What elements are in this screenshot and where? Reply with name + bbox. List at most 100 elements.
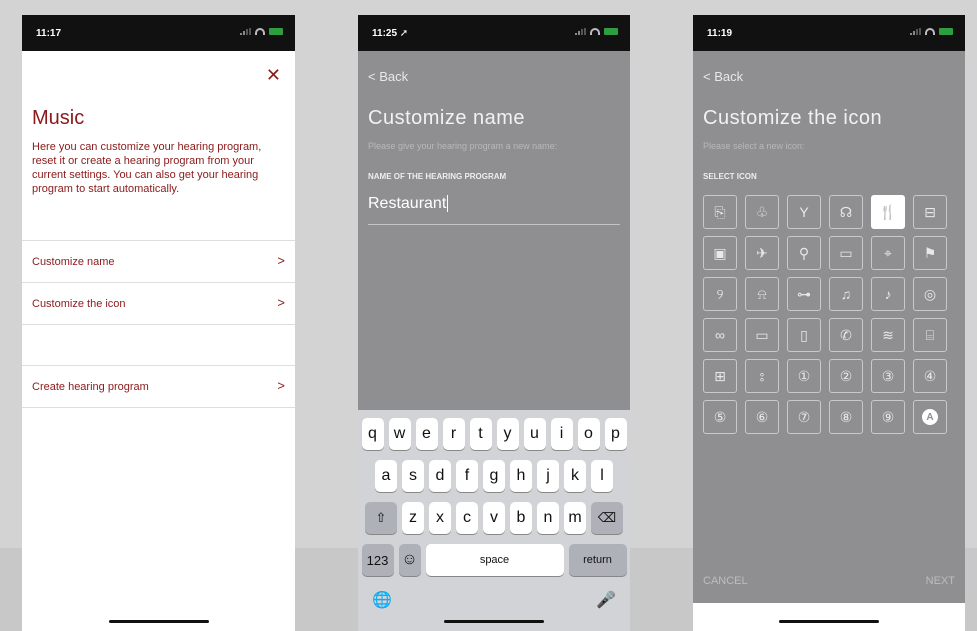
menu-item-label: Customize the icon: [32, 298, 126, 310]
back-button[interactable]: < Back: [368, 69, 408, 84]
fork-knife-icon[interactable]: 🍴: [871, 195, 905, 229]
speaker-icon[interactable]: ◎: [913, 277, 947, 311]
close-icon[interactable]: ✕: [266, 65, 281, 86]
key[interactable]: q: [361, 418, 384, 450]
page-subtitle: Please give your hearing program a new n…: [368, 141, 558, 151]
status-time: 11:19: [707, 28, 733, 39]
key[interactable]: l: [591, 460, 613, 492]
cancel-button[interactable]: CANCEL: [703, 575, 748, 587]
section-label: SELECT ICON: [703, 172, 757, 181]
key[interactable]: f: [456, 460, 478, 492]
key[interactable]: u: [523, 418, 546, 450]
bicycle-icon[interactable]: ⚲: [787, 236, 821, 270]
bus-icon[interactable]: ▣: [703, 236, 737, 270]
tree-icon[interactable]: ♧: [745, 195, 779, 229]
back-button[interactable]: < Back: [703, 69, 743, 84]
keyboard-row-1: q w e r t y u i o p: [358, 418, 630, 450]
number-4-icon[interactable]: ④: [913, 359, 947, 393]
runner-icon[interactable]: ⚑: [913, 236, 947, 270]
menu-item-customize-name[interactable]: Customize name >: [22, 240, 295, 282]
globe-icon[interactable]: 🌐: [372, 590, 392, 610]
monitor-icon[interactable]: ▭: [745, 318, 779, 352]
key[interactable]: t: [469, 418, 492, 450]
key[interactable]: p: [604, 418, 627, 450]
guitar-icon[interactable]: ♪: [871, 277, 905, 311]
number-7-icon[interactable]: ⑦: [787, 400, 821, 434]
letter-a-icon[interactable]: A: [913, 400, 947, 434]
battery-icon: [604, 28, 618, 35]
status-bar: 11:17: [22, 15, 295, 51]
status-time: 11:25 ➚: [372, 28, 409, 39]
telephone-icon[interactable]: ✆: [829, 318, 863, 352]
wifi-icon: [255, 28, 265, 35]
car-icon[interactable]: ⊟: [913, 195, 947, 229]
dumbbell-icon[interactable]: ⊶: [787, 277, 821, 311]
chevron-right-icon: >: [277, 295, 285, 310]
divider: [22, 324, 295, 325]
home-indicator: [108, 620, 209, 623]
ear-icon[interactable]: ୨: [703, 277, 737, 311]
space-key[interactable]: space: [425, 544, 564, 576]
emoji-key[interactable]: ☺: [398, 544, 421, 576]
location-icon[interactable]: ⌖: [871, 236, 905, 270]
number-3-icon[interactable]: ③: [871, 359, 905, 393]
signal-icon: [575, 28, 586, 35]
glasses-icon[interactable]: ∞: [703, 318, 737, 352]
key[interactable]: x: [429, 502, 451, 534]
key[interactable]: d: [429, 460, 451, 492]
music-icon[interactable]: ♫: [829, 277, 863, 311]
key[interactable]: z: [402, 502, 424, 534]
conversation-icon[interactable]: ⍾: [745, 277, 779, 311]
phone-icon[interactable]: ▯: [787, 318, 821, 352]
briefcase-icon[interactable]: ▭: [829, 236, 863, 270]
key[interactable]: y: [496, 418, 519, 450]
signal-icon: [910, 28, 921, 35]
picture-icon[interactable]: ⌸: [913, 318, 947, 352]
key[interactable]: j: [537, 460, 559, 492]
menu-item-customize-icon[interactable]: Customize the icon >: [22, 282, 295, 324]
key[interactable]: n: [537, 502, 559, 534]
program-name-input[interactable]: Restaurant: [368, 195, 620, 225]
key[interactable]: s: [402, 460, 424, 492]
key[interactable]: c: [456, 502, 478, 534]
number-2-icon[interactable]: ②: [829, 359, 863, 393]
home-indicator: [444, 620, 544, 623]
page-subtitle: Please select a new icon:: [703, 141, 805, 151]
return-key[interactable]: return: [568, 544, 627, 576]
key[interactable]: b: [510, 502, 532, 534]
number-5-icon[interactable]: ⑤: [703, 400, 737, 434]
key[interactable]: m: [564, 502, 586, 534]
cocktail-icon[interactable]: Y: [787, 195, 821, 229]
key[interactable]: k: [564, 460, 586, 492]
shift-key[interactable]: ⇧: [365, 502, 397, 534]
bottom-bar: [693, 603, 965, 631]
number-6-icon[interactable]: ⑥: [745, 400, 779, 434]
number-1-icon[interactable]: ①: [787, 359, 821, 393]
waves-icon[interactable]: ≋: [871, 318, 905, 352]
number-8-icon[interactable]: ⑧: [829, 400, 863, 434]
page-title: Customize the icon: [703, 107, 883, 129]
microphone-icon[interactable]: 🎤: [596, 590, 616, 610]
field-label: NAME OF THE HEARING PROGRAM: [368, 172, 507, 181]
delete-key[interactable]: ⌫: [591, 502, 623, 534]
key[interactable]: o: [577, 418, 600, 450]
waveform-icon[interactable]: ⊞: [703, 359, 737, 393]
key[interactable]: h: [510, 460, 532, 492]
key[interactable]: v: [483, 502, 505, 534]
plane-icon[interactable]: ✈: [745, 236, 779, 270]
head-icon[interactable]: ☊: [829, 195, 863, 229]
key[interactable]: g: [483, 460, 505, 492]
key[interactable]: w: [388, 418, 411, 450]
key[interactable]: a: [375, 460, 397, 492]
menu-item-create-program[interactable]: Create hearing program >: [22, 365, 295, 407]
key[interactable]: i: [550, 418, 573, 450]
next-button[interactable]: NEXT: [926, 575, 955, 587]
key[interactable]: e: [415, 418, 438, 450]
headphones-icon[interactable]: ⎘: [703, 195, 737, 229]
text-caret: [447, 195, 449, 213]
key[interactable]: r: [442, 418, 465, 450]
hearing-icon[interactable]: ⦂: [745, 359, 779, 393]
page-title: Customize name: [368, 107, 526, 129]
numbers-key[interactable]: 123: [361, 544, 394, 576]
number-9-icon[interactable]: ⑨: [871, 400, 905, 434]
